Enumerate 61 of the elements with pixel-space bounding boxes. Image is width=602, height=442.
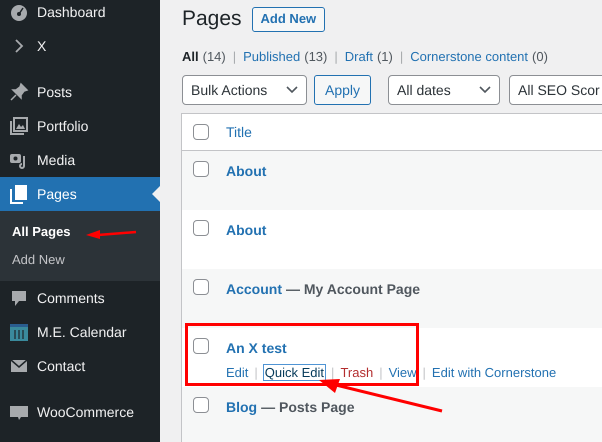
filter-link[interactable]: Cornerstone content [410,47,528,67]
calendar-icon [9,322,29,342]
sidebar-item[interactable]: Dashboard [0,0,160,29]
row-action-link[interactable]: Edit with Cornerstone [432,365,556,380]
current-indicator [152,186,160,202]
seo-score-select[interactable]: All SEO Scor [509,75,602,105]
sidebar-item[interactable]: Posts [0,75,160,109]
annotation-arrow [84,228,138,240]
checkbox[interactable] [193,161,209,177]
separator: | [400,48,404,66]
filter-count: (0) [532,48,548,66]
images-icon [9,116,29,136]
separator: | [232,48,236,66]
checkbox[interactable] [193,220,209,236]
separator: | [422,365,426,380]
pin-icon [9,82,29,102]
row-action-link[interactable]: Quick Edit [264,365,326,380]
page-state: — My Account Page [286,280,420,299]
separator: | [331,365,334,380]
comment-icon [9,288,29,308]
sidebar-item[interactable]: WooCommerce [0,395,160,429]
page-title-link[interactable]: An X test [226,338,287,359]
page-title-link[interactable]: About [226,220,266,241]
filter-count: (13) [304,48,328,66]
sidebar-item[interactable]: Portfolio [0,109,160,143]
dates-select[interactable]: All dates [388,75,500,105]
filter-count: (14) [202,48,226,66]
row-action-link[interactable]: Trash [340,365,374,380]
chevron-down-icon [479,86,491,94]
sidebar-item[interactable]: Pages [0,177,160,211]
sidebar-item[interactable]: Comments [0,281,160,315]
filter-link[interactable]: Published [243,47,300,67]
add-new-button[interactable]: Add New [252,6,326,32]
checkbox[interactable] [193,279,209,295]
page-title: Pages [182,6,242,32]
pages-icon [9,184,29,204]
separator: | [254,365,258,380]
checkbox[interactable] [193,124,209,140]
page-title-link[interactable]: Blog [226,397,258,418]
bulk-actions-select[interactable]: Bulk Actions [182,75,307,105]
separator: | [379,365,383,380]
filter-link[interactable]: Draft [344,47,373,67]
apply-button[interactable]: Apply [314,75,371,105]
sidebar-item[interactable]: M.E. Calendar [0,315,160,349]
separator: | [334,48,338,66]
row-action-link[interactable]: Edit [226,365,248,380]
row-action-link[interactable]: View [388,365,417,380]
submenu-item[interactable]: Add New [0,246,160,274]
chevron-down-icon [286,86,298,94]
page-title-link[interactable]: About [226,161,266,182]
column-header[interactable]: Title [226,122,252,142]
submenu-item[interactable]: All Pages [0,218,160,246]
page-state: — Posts Page [261,398,354,417]
page-title-link[interactable]: Account [226,279,282,300]
filter-count: (1) [376,48,393,66]
checkbox[interactable] [193,338,209,354]
checkbox[interactable] [193,397,209,413]
sidebar-item[interactable]: Media [0,143,160,177]
filter-link[interactable]: All [182,47,199,67]
sidebar-item[interactable]: X [0,29,160,63]
sidebar-item[interactable]: Contact [0,349,160,383]
